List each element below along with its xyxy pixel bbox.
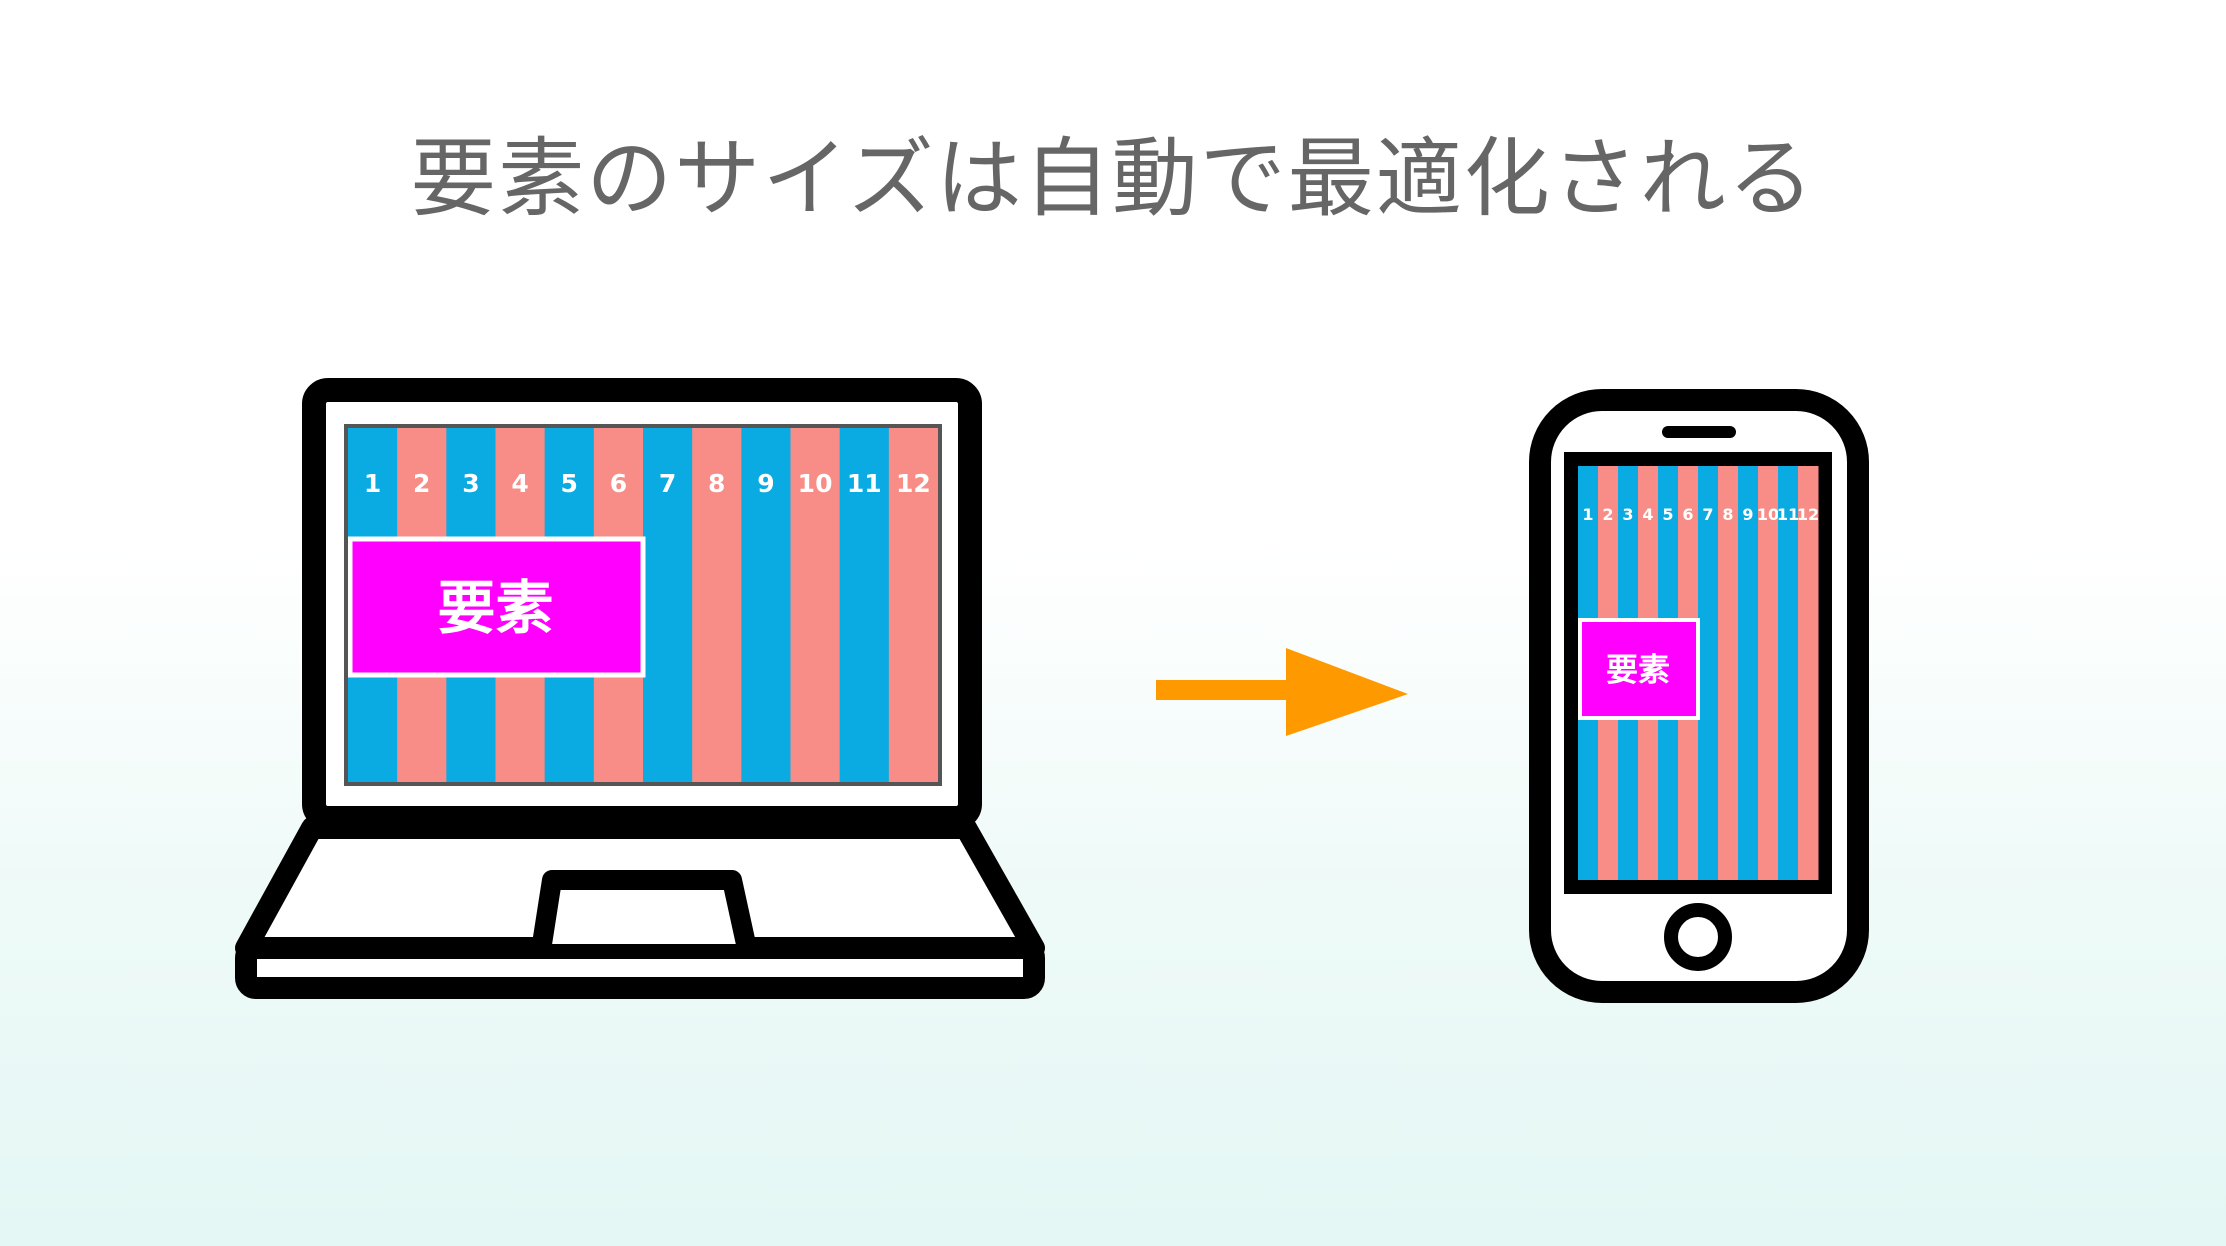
laptop-icon: 1 2 3 4 5 6 7 8 9 10 11 12要素: [235, 378, 1045, 999]
phone-column-number: 3: [1622, 505, 1633, 524]
phone-column-number: 10: [1757, 505, 1779, 524]
phone-element-label: 要素: [1606, 651, 1670, 689]
laptop-column-number: 4: [511, 469, 528, 498]
laptop-grid: 1 2 3 4 5 6 7 8 9 10 11 12要素: [347, 428, 939, 782]
phone-column-number: 7: [1702, 505, 1713, 524]
laptop-touchpad: [532, 870, 756, 947]
laptop-column-number: 1: [364, 469, 381, 498]
phone-column-10: [1758, 466, 1779, 880]
laptop-column-number: 11: [847, 469, 882, 498]
phone-column-number: 1: [1582, 505, 1593, 524]
laptop-column-number: 8: [708, 469, 725, 498]
phone-column-number: 9: [1742, 505, 1753, 524]
phone-column-number: 4: [1642, 505, 1653, 524]
phone-home-button[interactable]: [1664, 903, 1732, 971]
phone-column-number: 11: [1777, 505, 1799, 524]
phone-grid: 1 2 3 4 5 6 7 8 9 101112要素: [1578, 466, 1819, 880]
phone-column-number: 12: [1797, 505, 1819, 524]
phone-column-number: 5: [1662, 505, 1673, 524]
responsive-grid-diagram: 1 2 3 4 5 6 7 8 9 10 11 12要素 1 2 3 4 5 6 7 8 9 101112要素: [235, 378, 1869, 1003]
laptop-column-number: 6: [610, 469, 627, 498]
phone-column-9: [1738, 466, 1759, 880]
laptop-column-number: 5: [561, 469, 578, 498]
phone-column-number: 2: [1602, 505, 1613, 524]
laptop-column-number: 3: [462, 469, 479, 498]
phone-column-number: 6: [1682, 505, 1693, 524]
phone-column-number: 8: [1722, 505, 1733, 524]
phone-column-7: [1698, 466, 1719, 880]
laptop-column-number: 7: [659, 469, 676, 498]
laptop-column-number: 12: [896, 469, 931, 498]
laptop-element-label: 要素: [437, 574, 553, 642]
laptop-column-number: 10: [798, 469, 833, 498]
laptop-column-number: 9: [757, 469, 774, 498]
laptop-column-number: 2: [413, 469, 430, 498]
arrow-right-icon: [1156, 648, 1408, 736]
phone-column-12: [1798, 466, 1819, 880]
laptop-front-edge: [235, 937, 1045, 999]
phone-column-8: [1718, 466, 1739, 880]
phone-column-11: [1778, 466, 1799, 880]
smartphone-icon: 1 2 3 4 5 6 7 8 9 101112要素: [1529, 389, 1869, 1003]
